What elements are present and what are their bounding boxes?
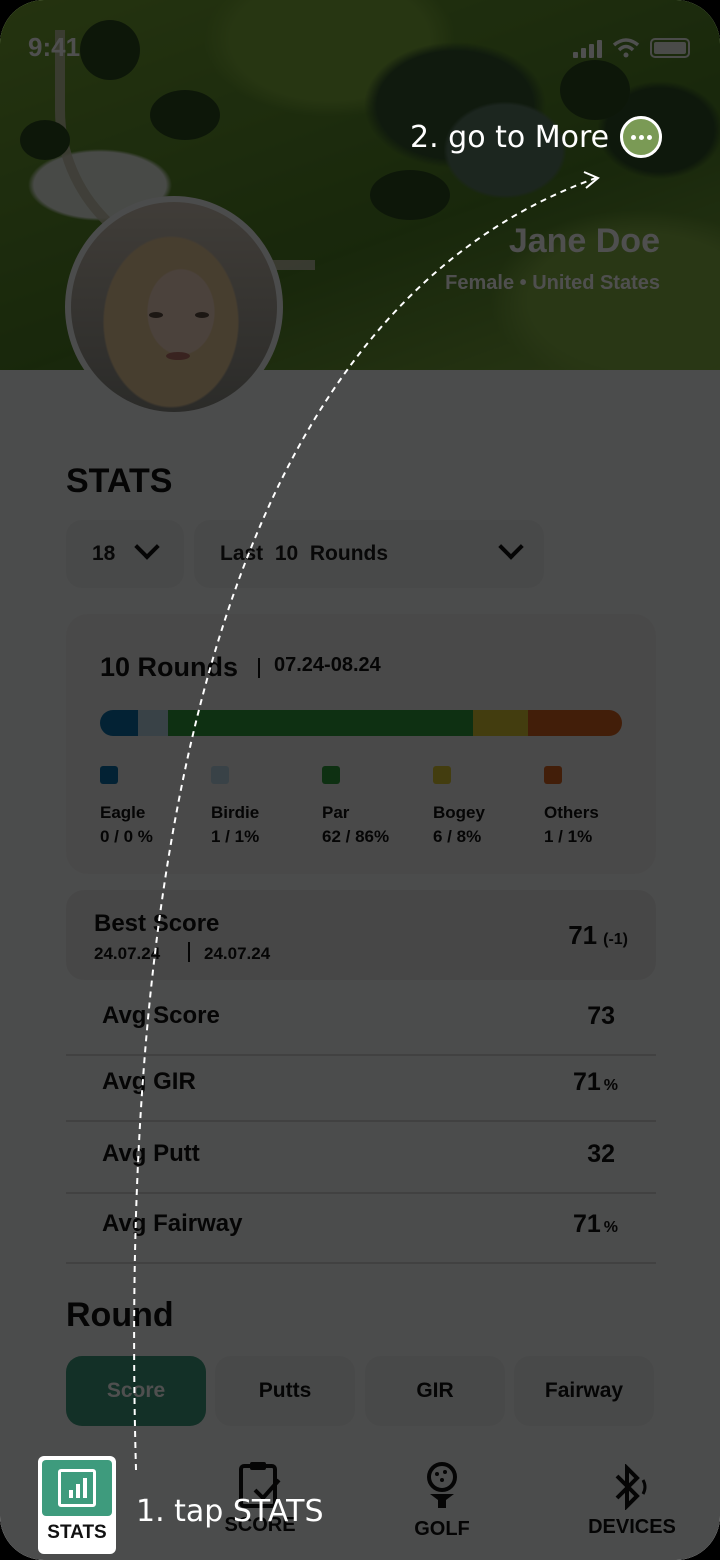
tutorial-step-2: 2. go to More [410,120,610,155]
tutorial-arrow [133,171,600,1471]
tutorial-step-1: 1. tap STATS [136,1494,324,1529]
app-screen: 9:41 Jane Doe Female • United States STA… [0,0,720,1560]
